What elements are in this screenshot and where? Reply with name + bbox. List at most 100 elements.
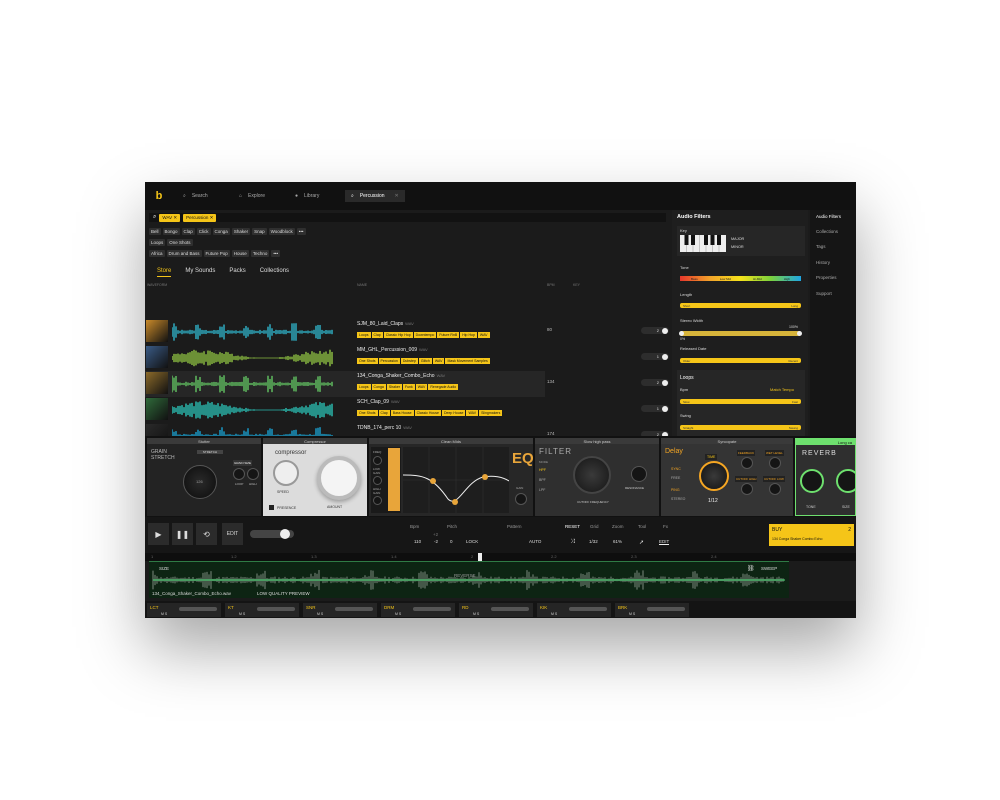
sound-name[interactable]: 134_Conga_Shaker_Combo_Echo WAV xyxy=(357,373,445,379)
tag-chip[interactable]: One Shots xyxy=(357,410,378,416)
resonance-knob[interactable] xyxy=(631,466,647,482)
tab-store[interactable]: Store xyxy=(157,268,172,277)
fx-edit-button[interactable]: EDIT xyxy=(659,539,670,545)
tag-chip[interactable]: Click xyxy=(196,228,211,235)
tag-chip[interactable]: Africa xyxy=(149,250,165,257)
reset-button[interactable]: RESET xyxy=(565,524,580,529)
mode-lpf[interactable]: LPF xyxy=(539,488,545,492)
tab-percussion[interactable]: ⌕ Percussion ✕ xyxy=(345,190,405,202)
tag-chip[interactable]: Dubstep xyxy=(400,358,418,364)
channel-volume-slider[interactable] xyxy=(179,607,217,611)
cutoff-knob[interactable] xyxy=(573,456,611,494)
filter-chip[interactable]: Percussion ✕ xyxy=(183,213,217,222)
mode-hpf[interactable]: HPF xyxy=(539,468,546,472)
sound-name[interactable]: TDNB_174_perc 10 WAV xyxy=(357,425,412,431)
wet-level-knob[interactable] xyxy=(769,457,781,469)
stretch-button[interactable]: STRETCH xyxy=(197,450,223,454)
loop-knob[interactable] xyxy=(233,468,245,480)
slider-handle[interactable] xyxy=(679,331,684,336)
lock-toggle[interactable]: LOCK xyxy=(466,539,478,544)
cursor-icon[interactable]: ➚ xyxy=(639,539,644,546)
loop-button[interactable]: ⟲ xyxy=(196,523,217,545)
eq-curve-graph[interactable] xyxy=(403,447,509,513)
playhead[interactable] xyxy=(478,553,482,561)
tag-chip[interactable]: Hip Hop xyxy=(460,332,477,338)
credit-button[interactable]: 2 xyxy=(641,327,669,334)
band-selector[interactable] xyxy=(388,448,400,511)
more-tags-button[interactable]: ••• xyxy=(271,250,281,257)
sidebar-item-properties[interactable]: Properties xyxy=(816,275,837,280)
tag-chip[interactable]: Woodblock xyxy=(268,228,295,235)
sidebar-item-history[interactable]: History xyxy=(816,260,830,265)
credit-button[interactable]: 2 xyxy=(641,379,669,386)
minor-toggle[interactable]: MINOR xyxy=(731,245,744,249)
tag-chip[interactable]: WAV xyxy=(415,384,428,390)
tag-chip[interactable]: Bass House xyxy=(390,410,414,416)
feedback-knob[interactable] xyxy=(741,457,753,469)
sound-name[interactable]: MM_GHL_Percussion_009 WAV xyxy=(357,347,428,353)
piano-keyboard-icon[interactable] xyxy=(680,235,726,252)
tab-collections[interactable]: Collections xyxy=(260,268,289,277)
bpm-value[interactable]: 110 xyxy=(414,539,421,544)
free-toggle[interactable]: FREE xyxy=(671,476,680,480)
major-toggle[interactable]: MAJOR xyxy=(731,237,744,241)
slider-handle[interactable] xyxy=(797,331,802,336)
tab-my-sounds[interactable]: My Sounds xyxy=(185,268,215,277)
channel-volume-slider[interactable] xyxy=(257,607,295,611)
tag-chip[interactable]: Slingmakers xyxy=(479,410,503,416)
high-knob[interactable] xyxy=(247,468,259,480)
sidebar-item-support[interactable]: Support xyxy=(816,291,832,296)
time-knob[interactable] xyxy=(699,461,729,491)
tag-chip[interactable]: Loops xyxy=(149,239,166,246)
sync-toggle[interactable]: SYNC xyxy=(671,467,681,471)
channel-strip[interactable]: KIK M S xyxy=(537,603,611,617)
credit-button[interactable]: 1 xyxy=(641,405,669,412)
tag-chip[interactable]: Conga xyxy=(371,384,386,390)
length-slider[interactable]: Short Long xyxy=(680,303,801,308)
column-header-bpm[interactable]: BPM xyxy=(547,283,555,287)
tag-chip[interactable]: Conga xyxy=(212,228,230,235)
mute-solo-buttons[interactable]: M S xyxy=(395,612,401,616)
play-button[interactable]: ▶ xyxy=(148,523,169,545)
tag-chip[interactable]: Downtempo xyxy=(413,332,437,338)
sound-name[interactable]: SJM_80_Laid_Claps WAV xyxy=(357,321,414,327)
tag-chip[interactable]: Mask Movement Samples xyxy=(445,358,490,364)
tag-chip[interactable]: One Shots xyxy=(357,358,378,364)
tab-library[interactable]: ● Library xyxy=(289,190,341,202)
fx-reverb[interactable]: Long ca REVERB TONE SIZE xyxy=(795,438,856,516)
presence-toggle[interactable] xyxy=(269,505,274,510)
tag-chip[interactable]: Snap xyxy=(252,228,267,235)
freq-knob[interactable] xyxy=(373,456,382,465)
tag-chip[interactable]: One Shots xyxy=(167,239,193,246)
speed-knob[interactable] xyxy=(273,460,299,486)
mute-solo-buttons[interactable]: M S xyxy=(239,612,245,616)
stereo-width-slider[interactable] xyxy=(679,331,802,336)
channel-strip[interactable]: KT M S xyxy=(225,603,299,617)
row-waveform[interactable] xyxy=(172,374,334,394)
tag-chip[interactable]: Future RnB xyxy=(437,332,460,338)
sidebar-item-collections[interactable]: Collections xyxy=(816,229,838,234)
row-waveform[interactable] xyxy=(172,322,334,342)
zoom-value[interactable]: 61% xyxy=(613,539,622,544)
row-waveform[interactable] xyxy=(172,348,334,368)
sound-row[interactable]: SCH_Clap_09 WAV One Shots Clap Bass House Cla… xyxy=(145,397,669,423)
tab-search[interactable]: ⌕ Search xyxy=(177,190,229,202)
sidebar-item-tags[interactable]: Tags xyxy=(816,244,826,249)
sound-name[interactable]: SCH_Clap_09 WAV xyxy=(357,399,400,405)
released-slider[interactable]: Older Recent xyxy=(680,358,801,363)
tag-chip[interactable]: Clap xyxy=(371,332,383,338)
tag-chip[interactable]: Loops xyxy=(357,332,371,338)
tag-chip[interactable]: Classic Hip Hop xyxy=(383,332,413,338)
tag-chip[interactable]: Percussion xyxy=(378,358,400,364)
pitch-up[interactable]: +2 xyxy=(433,532,438,537)
high-gain-knob[interactable] xyxy=(373,496,382,505)
slider-handle[interactable] xyxy=(280,529,290,539)
pause-button[interactable]: ❚❚ xyxy=(172,523,193,545)
ping-toggle[interactable]: PING xyxy=(671,488,680,492)
tag-chip[interactable]: Future Pop xyxy=(203,250,230,257)
credit-button[interactable]: 1 xyxy=(641,353,669,360)
mute-solo-buttons[interactable]: M S xyxy=(161,612,167,616)
bpm-slider[interactable]: Slow Fast xyxy=(680,399,801,404)
sound-row[interactable]: MM_GHL_Percussion_009 WAV One Shots Percuss… xyxy=(145,345,669,371)
tag-chip[interactable]: Drum and Bass xyxy=(166,250,202,257)
